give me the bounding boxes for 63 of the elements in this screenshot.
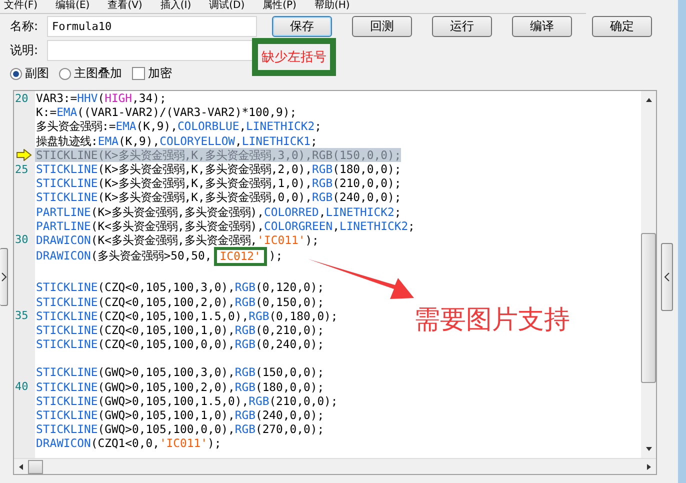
menu-item[interactable]: 属性(P) (262, 0, 296, 13)
code-line: 操盘轨迹线:EMA(K,9),COLORYELLOW,LINETHICK1; (35, 134, 318, 148)
code-line: STICKLINE(CZQ<0,105,100,2,0),RGB(0,150,0); (35, 294, 324, 309)
code-line: DRAWICON(多头资金强弱>50,50, IC012' ); (35, 247, 283, 266)
annotation-text: 需要图片支持 (414, 304, 570, 337)
code-line: STICKLINE(GWQ>0,105,100,2,0),RGB(180,0,0); (35, 380, 324, 394)
code-line: STICKLINE(CZQ<0,105,100,0,0),RGB(0,240,0); (35, 337, 324, 352)
scroll-thumb[interactable] (28, 460, 43, 474)
code-line: STICKLINE(GWQ>0,105,100,1,0),RGB(240,0,0); (35, 408, 324, 422)
code-line: STICKLINE(CZQ<0,105,100,3,0),RGB(0,120,0); (35, 280, 324, 294)
code-line: STICKLINE(GWQ>0,105,100,1.5,0),RGB(210,0,0); (35, 394, 338, 408)
line-number: 30 (14, 233, 28, 246)
radio-button[interactable] (59, 68, 71, 80)
code-line: 多头资金强弱:=EMA(K,9),COLORBLUE,LINETHICK2; (35, 119, 322, 134)
code-line: STICKLINE(K>多头资金强弱,K,多头资金强弱,1,0),RGB(210,0,0); (35, 176, 402, 190)
scroll-up-icon[interactable] (644, 97, 652, 103)
menu-item[interactable]: 查看(V) (108, 0, 142, 13)
code-line: DRAWICON(CZQ1<0,0,'IC011'); (35, 436, 222, 450)
code-line: K:=EMA((VAR1-VAR2)/(VAR3-VAR2)*100,9); (35, 105, 297, 120)
line-number: 20 (14, 92, 28, 105)
current-line-arrow-icon (16, 148, 32, 161)
code-line: DRAWICON(K<多头资金强弱,多头资金强弱,'IC011'); (35, 232, 319, 247)
option-label: 副图 (25, 65, 49, 82)
horizontal-scrollbar[interactable] (14, 458, 656, 474)
option-label: 加密 (148, 65, 172, 82)
dialog-button[interactable]: 回测 (352, 16, 412, 37)
code-line: PARTLINE(K<多头资金强弱,多头资金强弱),COLORGREEN,LINETHICK2; (35, 218, 415, 233)
name-label: 名称: (10, 18, 40, 35)
dialog-button[interactable]: 运行 (432, 16, 492, 37)
dialog-button[interactable]: 保存 (272, 16, 332, 37)
chevron-right-icon (0, 272, 6, 282)
checkbox[interactable] (132, 67, 145, 80)
line-number: 25 (14, 162, 28, 176)
code-editor[interactable] (13, 90, 657, 475)
radio-button[interactable] (10, 68, 22, 80)
code-line: STICKLINE(K>多头资金强弱,K,多头资金强弱,0,0),RGB(240,0,0); (35, 190, 402, 204)
menu-item[interactable]: 帮助(H) (314, 0, 350, 13)
code-line: STICKLINE(CZQ<0,105,100,1.5,0),RGB(0,180,0); (35, 308, 338, 323)
description-label: 说明: (10, 42, 40, 59)
option-label: 主图叠加 (74, 65, 122, 82)
code-line: PARTLINE(K>多头资金强弱,多头资金强弱),COLORRED,LINETHICK2; (35, 204, 402, 219)
line-number: 40 (14, 380, 28, 394)
scroll-right-icon[interactable] (646, 462, 652, 470)
code-line: STICKLINE(CZQ<0,105,100,1,0),RGB(0,210,0); (35, 322, 324, 337)
scroll-down-icon[interactable] (644, 446, 652, 452)
name-field[interactable]: Formula10 (47, 16, 257, 37)
code-line: STICKLINE(K>多头资金强弱,K,多头资金强弱,2,0),RGB(180,0,0); (35, 162, 402, 176)
chevron-left-icon (664, 272, 670, 282)
dialog-button[interactable]: 编译 (512, 16, 572, 37)
code-line: STICKLINE(GWQ>0,105,100,0,0),RGB(270,0,0); (35, 422, 324, 436)
code-line: VAR3:=HHV(HIGH,34); (35, 91, 166, 106)
line-number: 35 (14, 309, 28, 322)
menu-item[interactable]: 调试(D) (209, 0, 245, 13)
expand-panel-button[interactable] (0, 248, 8, 306)
code-line: STICKLINE(GWQ>0,105,100,3,0),RGB(150,0,0); (35, 365, 324, 380)
scroll-thumb[interactable] (641, 233, 656, 383)
collapse-panel-button[interactable] (661, 242, 673, 310)
menu-item[interactable]: 编辑(E) (56, 0, 90, 13)
menu-item[interactable]: 插入(I) (160, 0, 192, 13)
annotation-note: 缺少左括号 (262, 49, 326, 66)
vertical-scrollbar[interactable] (641, 91, 656, 458)
scroll-left-icon[interactable] (18, 462, 24, 470)
dialog-button[interactable]: 确定 (592, 16, 652, 37)
